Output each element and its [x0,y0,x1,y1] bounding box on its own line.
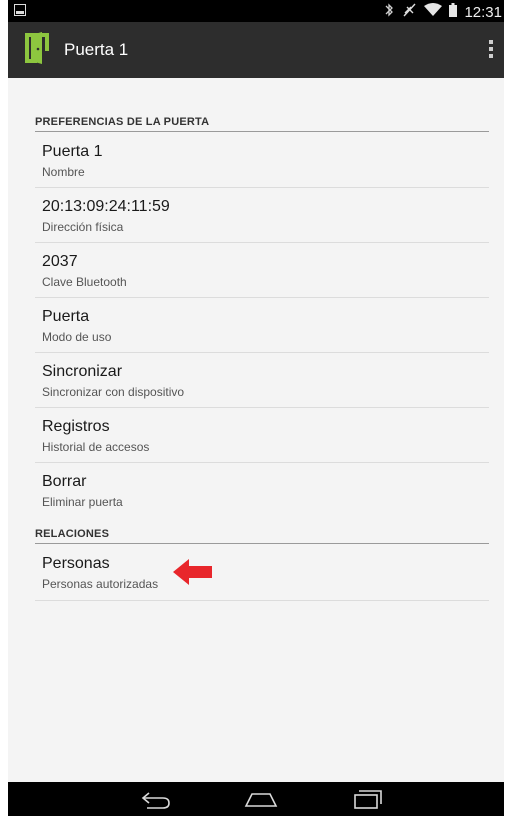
wifi-icon [424,3,443,21]
pref-item-modo-de-uso[interactable]: Puerta Modo de uso [35,298,489,353]
bluetooth-icon [384,3,394,21]
item-divider [35,600,489,601]
pref-summary: Dirección física [42,220,124,234]
back-icon[interactable] [141,788,171,814]
status-time: 12:31 [464,3,502,21]
pref-title: 2037 [42,253,78,270]
pref-item-nombre[interactable]: Puerta 1 Nombre [35,133,489,188]
pref-title: 20:13:09:24:11:59 [42,198,170,215]
section-divider [35,543,489,544]
pref-title: Borrar [42,473,87,490]
pref-item-borrar[interactable]: Borrar Eliminar puerta [35,463,489,518]
action-bar: Puerta 1 [8,22,504,78]
pref-item-registros[interactable]: Registros Historial de accesos [35,408,489,463]
pref-item-personas[interactable]: Personas Personas autorizadas [35,545,489,600]
red-arrow-left-icon [173,558,213,590]
pref-summary: Personas autorizadas [42,577,159,591]
pref-summary: Nombre [42,165,85,179]
pref-item-direccion-fisica[interactable]: 20:13:09:24:11:59 Dirección física [35,188,489,243]
overflow-menu-icon[interactable] [487,40,495,62]
battery-icon [449,3,458,21]
section-header-relaciones: RELACIONES [35,528,110,540]
pref-summary: Eliminar puerta [42,495,123,509]
recents-icon[interactable] [353,788,383,814]
page-title: Puerta 1 [64,40,129,59]
status-bar: 12:31 [8,0,504,22]
pref-summary: Sincronizar con dispositivo [42,385,185,399]
pref-title: Sincronizar [42,363,123,380]
pref-summary: Modo de uso [42,330,112,344]
pref-title: Puerta 1 [42,143,103,160]
pref-title: Puerta [42,308,90,325]
device-screen: 12:31 Puerta 1 PREFERENCIAS DE LA PUERTA… [8,0,504,816]
image-notification-icon [14,4,26,20]
door-icon[interactable] [25,31,49,69]
section-header-preferencias: PREFERENCIAS DE LA PUERTA [35,116,210,128]
pref-title: Registros [42,418,110,435]
pref-summary: Clave Bluetooth [42,275,127,289]
navigation-bar [8,782,504,816]
pref-item-clave-bluetooth[interactable]: 2037 Clave Bluetooth [35,243,489,298]
mute-icon [401,2,417,22]
pref-title: Personas [42,555,110,572]
section-divider [35,131,489,132]
home-icon[interactable] [244,788,278,814]
pref-summary: Historial de accesos [42,440,150,454]
pref-item-sincronizar[interactable]: Sincronizar Sincronizar con dispositivo [35,353,489,408]
